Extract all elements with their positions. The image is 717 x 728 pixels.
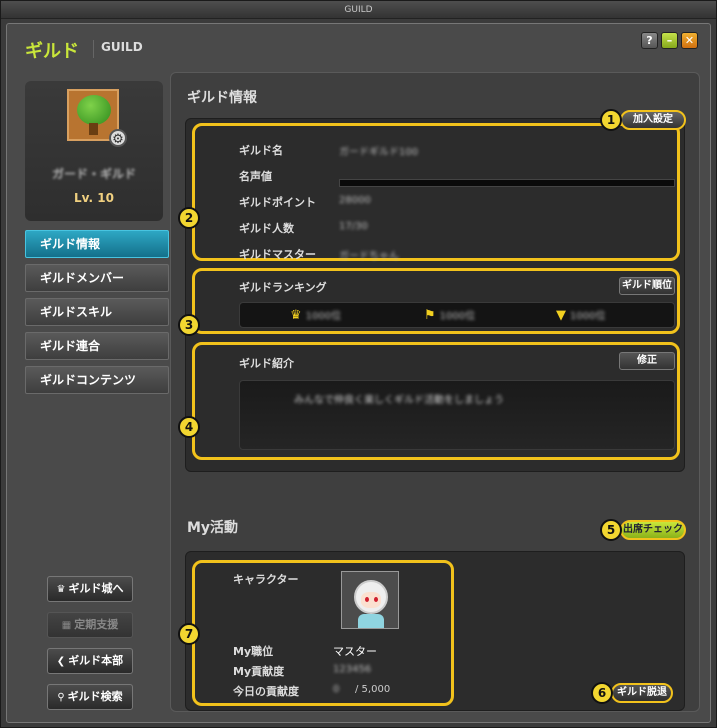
calendar-icon: ▦: [61, 620, 72, 631]
intro-highlight: ギルド紹介 修正 みんなで仲良く楽しくギルド活動をしましょう: [192, 342, 680, 460]
character-label: キャラクター: [233, 573, 299, 586]
guild-rank-button[interactable]: ギルド順位: [619, 277, 675, 295]
guild-info-panel: ギルド名 ガードギルド100 名声値 ギルドポイント 28000 ギルド人数 1…: [185, 118, 685, 472]
ranking-cell: ♛ 1000位: [290, 307, 341, 323]
intro-text: みんなで仲良く楽しくギルド活動をしましょう: [294, 395, 504, 406]
guild-name-row-value: ガードギルド100: [339, 147, 419, 158]
guild-castle-label: ギルド城へ: [68, 582, 124, 595]
ranking-value: 1000位: [570, 311, 606, 322]
marker-4: 4: [178, 416, 200, 438]
window-titlebar: GUILD: [1, 1, 716, 19]
fame-row-label: 名声値: [239, 170, 272, 183]
nav-item-guild-contents[interactable]: ギルドコンテンツ: [25, 366, 169, 394]
marker-2: 2: [178, 207, 200, 229]
avatar-eye: [374, 597, 378, 602]
guild-level: Lv. 10: [74, 191, 114, 205]
crown-icon: ♛: [290, 308, 302, 323]
flag-icon: ⚑: [424, 308, 436, 323]
nav-item-guild-info[interactable]: ギルド情報: [25, 230, 169, 258]
ranking-value: 1000位: [305, 311, 342, 322]
guild-header: ギルド GUILD ? – ✕: [7, 24, 710, 72]
guild-profile: ⚙ ガード・ギルド Lv. 10: [25, 81, 163, 221]
contribution-value: 123456: [333, 664, 372, 675]
ranking-cell: ▼ 1000位: [556, 307, 605, 323]
regular-support-label: 定期支援: [74, 618, 119, 631]
guild-master-row-value: ガードちゃん: [339, 251, 399, 262]
title-divider: [93, 40, 94, 58]
guild-headquarters-label: ギルド本部: [68, 654, 124, 667]
guild-points-row-value: 28000: [339, 195, 371, 206]
ranking-cell: ⚑ 1000位: [424, 307, 475, 323]
guild-search-label: ギルド検索: [67, 690, 123, 703]
ranking-highlight: ギルドランキング ギルド順位 ♛ 1000位 ⚑ 1000位 ▼ 1000位: [192, 268, 680, 334]
tree-trunk: [89, 123, 98, 135]
ranking-bar: ♛ 1000位 ⚑ 1000位 ▼ 1000位: [239, 302, 675, 328]
job-value: マスター: [333, 645, 377, 658]
marker-7: 7: [178, 623, 200, 645]
character-avatar: [341, 571, 399, 629]
guild-info-title: ギルド情報: [187, 90, 257, 106]
guild-headquarters-button[interactable]: ❮ ギルド本部: [47, 648, 133, 674]
marker-1: 1: [600, 109, 622, 131]
marker-3: 3: [178, 314, 200, 336]
attendance-check-button[interactable]: 出席チェック: [620, 520, 686, 540]
help-button[interactable]: ?: [641, 32, 658, 49]
job-label: My職位: [233, 645, 274, 658]
my-activity-title: My活動: [187, 520, 239, 536]
chevron-left-icon: ❮: [56, 656, 66, 667]
tree-icon: [77, 95, 111, 125]
regular-support-button[interactable]: ▦ 定期支援: [47, 612, 133, 638]
member-count-row-label: ギルド人数: [239, 222, 294, 235]
guild-frame: ギルド GUILD ? – ✕ ⚙ ガード・ギルド Lv. 10 ギルド情報 ギ…: [6, 23, 711, 723]
search-icon: ⚲: [57, 692, 65, 703]
guild-points-row-label: ギルドポイント: [239, 196, 316, 209]
ranking-value: 1000位: [439, 311, 476, 322]
guild-search-button[interactable]: ⚲ ギルド検索: [47, 684, 133, 710]
today-contribution-label: 今日の貢献度: [233, 685, 299, 698]
nav-item-guild-alliance[interactable]: ギルド連合: [25, 332, 169, 360]
guild-castle-button[interactable]: ♛ ギルド城へ: [47, 576, 133, 602]
marker-5: 5: [600, 519, 622, 541]
avatar-body: [358, 614, 384, 628]
activity-highlight: キャラクター My職位 マスター My貢献度 123456 今日の貢献度 0 /…: [192, 560, 454, 706]
guild-window: GUILD ギルド GUILD ? – ✕ ⚙ ガード・ギルド Lv. 10 ギ…: [0, 0, 717, 728]
guild-title: ギルド: [25, 41, 79, 62]
avatar-face: [361, 592, 381, 608]
guild-name-label: ガード・ギルド: [51, 167, 136, 181]
gear-icon[interactable]: ⚙: [109, 129, 127, 147]
marker-6: 6: [591, 682, 613, 704]
guild-master-row-label: ギルドマスター: [239, 248, 316, 261]
guild-name-row-label: ギルド名: [239, 144, 283, 157]
nav-item-guild-skills[interactable]: ギルドスキル: [25, 298, 169, 326]
contribution-label: My貢献度: [233, 665, 285, 678]
guild-main-panel: ギルド情報 ギルド名 ガードギルド100 名声値 ギルドポイント 28000 ギ…: [170, 72, 700, 712]
crown-icon: ♛: [56, 584, 66, 595]
avatar-eye: [365, 597, 369, 602]
member-count-row-value: 17/30: [339, 221, 368, 232]
minimize-button[interactable]: –: [661, 32, 678, 49]
join-settings-button[interactable]: 加入設定: [620, 110, 686, 130]
guild-subtitle: GUILD: [101, 40, 143, 54]
fame-bar: [339, 179, 675, 187]
cat-face-icon: ▼: [556, 308, 566, 323]
intro-edit-button[interactable]: 修正: [619, 352, 675, 370]
info-highlight: ギルド名 ガードギルド100 名声値 ギルドポイント 28000 ギルド人数 1…: [192, 123, 680, 262]
ranking-title: ギルドランキング: [239, 281, 327, 294]
today-contribution-value: 0: [333, 684, 340, 695]
intro-box: みんなで仲良く楽しくギルド活動をしましょう: [239, 380, 675, 450]
leave-guild-button[interactable]: ギルド脱退: [611, 683, 673, 703]
close-button[interactable]: ✕: [681, 32, 698, 49]
today-contribution-max: / 5,000: [355, 684, 391, 695]
nav-item-guild-members[interactable]: ギルドメンバー: [25, 264, 169, 292]
intro-title: ギルド紹介: [239, 357, 294, 370]
guild-nav: ギルド情報 ギルドメンバー ギルドスキル ギルド連合 ギルドコンテンツ: [25, 230, 171, 400]
